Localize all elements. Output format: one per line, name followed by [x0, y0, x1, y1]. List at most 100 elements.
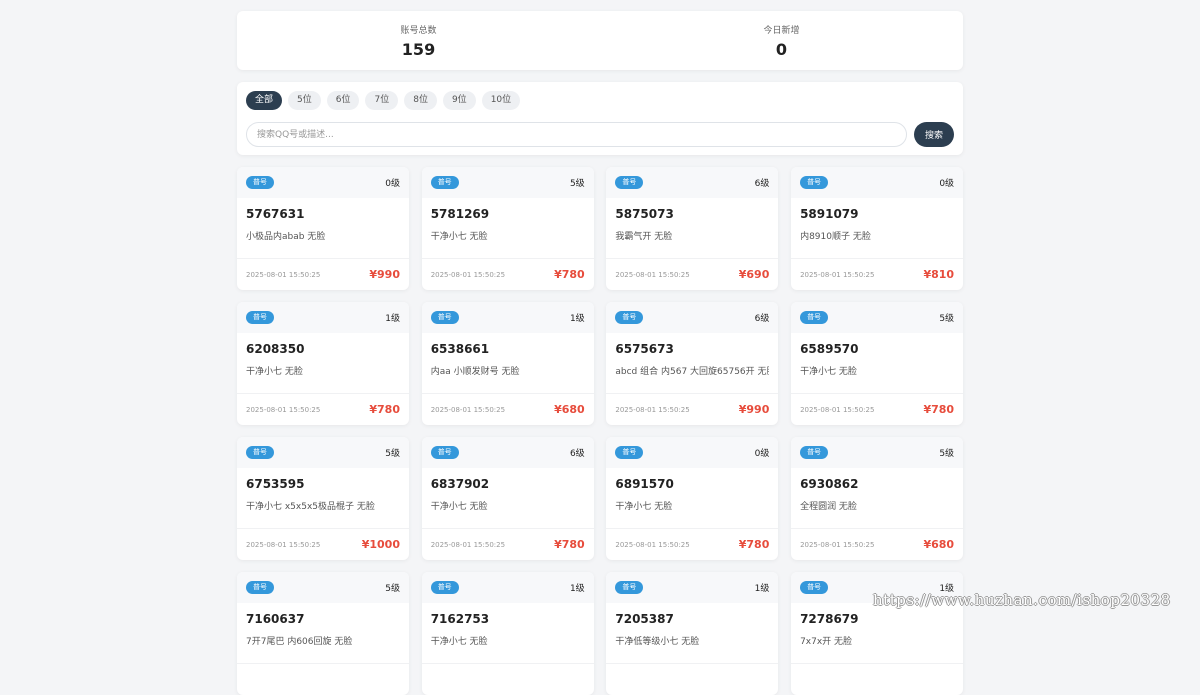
account-type-badge: 普号 [615, 581, 644, 594]
account-level: 6级 [754, 179, 770, 189]
card-footer: 2025-08-01 15:50:25 ¥680 [421, 393, 594, 425]
qq-number: 7205387 [615, 612, 674, 626]
account-card[interactable]: 普号 1级 6208350 干净小七 无脸 2025-08-01 15:50:2… [237, 302, 409, 425]
account-card[interactable]: 普号 5级 6589570 干净小七 无脸 2025-08-01 15:50:2… [791, 302, 964, 425]
account-description: 内8910顺子 无脸 [800, 232, 871, 242]
account-card[interactable]: 普号 6级 6575673 abcd 组合 内567 大回旋65756开 无脸 … [606, 302, 779, 425]
account-card[interactable]: 普号 0级 6891570 干净小七 无脸 2025-08-01 15:50:2… [606, 437, 779, 560]
account-card[interactable]: 普号 5级 5781269 干净小七 无脸 2025-08-01 15:50:2… [421, 167, 594, 290]
account-level: 5级 [569, 179, 585, 189]
search-input[interactable] [246, 122, 907, 147]
tab-6-digit[interactable]: 6位 [326, 91, 360, 110]
card-header: 普号 0级 [791, 167, 964, 198]
stat-today-value: 0 [775, 40, 788, 59]
account-level: 6级 [569, 449, 585, 459]
stat-total: 账号总数 159 [237, 11, 600, 70]
tab-10-digit[interactable]: 10位 [481, 91, 521, 110]
account-card[interactable]: 普号 1级 7205387 干净低等级小七 无脸 [606, 572, 779, 695]
card-header: 普号 1级 [237, 302, 409, 333]
card-body: 7162753 干净小七 无脸 [422, 603, 594, 663]
account-price: ¥780 [554, 268, 585, 281]
card-footer: 2025-08-01 15:50:25 ¥1000 [237, 528, 409, 560]
card-footer [791, 663, 964, 695]
card-footer: 2025-08-01 15:50:25 ¥780 [606, 528, 779, 560]
digit-filter-tabs: 全部 5位 6位 7位 8位 9位 10位 [246, 91, 954, 110]
account-card[interactable]: 普号 1级 7162753 干净小七 无脸 [421, 572, 594, 695]
card-header: 普号 5级 [237, 437, 409, 468]
qq-number: 6538661 [430, 342, 490, 356]
account-card[interactable]: 普号 5级 6753595 干净小七 x5x5x5极品棍子 无脸 2025-08… [237, 437, 409, 560]
account-card[interactable]: 普号 1级 6538661 内aa 小顺发财号 无脸 2025-08-01 15… [421, 302, 594, 425]
card-body: 6891570 干净小七 无脸 [606, 468, 778, 528]
account-price: ¥990 [369, 268, 400, 281]
account-level: 5级 [385, 449, 400, 459]
qq-number: 7160637 [246, 612, 305, 626]
watermark: https://www.huzhan.com/ishop20328 [873, 591, 1171, 609]
account-level: 0级 [939, 179, 955, 189]
account-card[interactable]: 普号 6级 6837902 干净小七 无脸 2025-08-01 15:50:2… [421, 437, 594, 560]
card-footer: 2025-08-01 15:50:25 ¥780 [421, 258, 594, 290]
stat-total-value: 159 [401, 40, 436, 59]
card-header: 普号 6级 [606, 302, 779, 333]
qq-number: 6891570 [615, 477, 674, 491]
card-header: 普号 6级 [606, 167, 779, 198]
account-type-badge: 普号 [800, 176, 829, 189]
tab-9-digit[interactable]: 9位 [442, 91, 476, 110]
qq-number: 5767631 [246, 207, 305, 221]
card-body: 6208350 干净小七 无脸 [237, 333, 409, 393]
account-type-badge: 普号 [430, 311, 459, 324]
account-price: ¥780 [369, 403, 400, 416]
card-footer: 2025-08-01 15:50:25 ¥990 [237, 258, 409, 290]
tab-8-digit[interactable]: 8位 [404, 91, 437, 110]
tab-all[interactable]: 全部 [246, 91, 283, 110]
card-body: 6538661 内aa 小顺发财号 无脸 [422, 333, 594, 393]
account-card[interactable]: 普号 0级 5767631 小极品内abab 无脸 2025-08-01 15:… [237, 167, 409, 290]
account-type-badge: 普号 [800, 446, 829, 459]
qq-number: 6930862 [800, 477, 859, 491]
account-type-badge: 普号 [430, 581, 459, 594]
listing-time: 2025-08-01 15:50:25 [615, 405, 690, 414]
listing-time: 2025-08-01 15:50:25 [430, 540, 506, 549]
account-card[interactable]: 普号 0级 5891079 内8910顺子 无脸 2025-08-01 15:5… [791, 167, 964, 290]
account-level: 5级 [939, 449, 955, 459]
account-level: 1级 [569, 314, 585, 324]
card-body: 5781269 干净小七 无脸 [422, 198, 594, 258]
card-header: 普号 1级 [606, 572, 779, 603]
account-card[interactable]: 普号 5级 7160637 7开7尾巴 内606回旋 无脸 [237, 572, 409, 695]
stat-total-label: 账号总数 [400, 26, 437, 36]
listing-time: 2025-08-01 15:50:25 [800, 270, 875, 279]
account-type-badge: 普号 [430, 176, 459, 189]
account-price: ¥1000 [361, 538, 400, 551]
card-body: 6753595 干净小七 x5x5x5极品棍子 无脸 [237, 468, 409, 528]
qq-number: 6837902 [430, 477, 490, 491]
qq-number: 6589570 [800, 342, 859, 356]
account-description: 全程圆润 无脸 [800, 502, 857, 512]
card-header: 普号 5级 [237, 572, 409, 603]
card-header: 普号 1级 [421, 302, 594, 333]
search-button[interactable]: 搜索 [914, 122, 954, 147]
listing-time: 2025-08-01 15:50:25 [246, 270, 321, 279]
card-body: 7278679 7x7x开 无脸 [791, 603, 963, 663]
qq-number: 5875073 [615, 207, 674, 221]
account-level: 1级 [569, 584, 585, 594]
listing-time: 2025-08-01 15:50:25 [615, 540, 690, 549]
account-price: ¥780 [738, 538, 770, 551]
card-footer: 2025-08-01 15:50:25 ¥990 [606, 393, 779, 425]
tab-7-digit[interactable]: 7位 [365, 91, 399, 110]
filter-panel: 全部 5位 6位 7位 8位 9位 10位 搜索 [237, 82, 963, 155]
account-level: 0级 [385, 179, 400, 189]
account-card[interactable]: 普号 5级 6930862 全程圆润 无脸 2025-08-01 15:50:2… [791, 437, 964, 560]
qq-number: 6208350 [246, 342, 305, 356]
listing-time: 2025-08-01 15:50:25 [800, 540, 875, 549]
account-card[interactable]: 普号 6级 5875073 我霸气开 无脸 2025-08-01 15:50:2… [606, 167, 779, 290]
qq-number: 6575673 [615, 342, 674, 356]
account-type-badge: 普号 [246, 581, 274, 594]
tab-5-digit[interactable]: 5位 [288, 91, 321, 110]
account-price: ¥690 [738, 268, 770, 281]
account-grid: 普号 0级 5767631 小极品内abab 无脸 2025-08-01 15:… [237, 167, 964, 695]
card-body: 7160637 7开7尾巴 内606回旋 无脸 [237, 603, 409, 663]
card-footer [237, 663, 409, 695]
account-price: ¥780 [554, 538, 585, 551]
account-description: 干净小七 无脸 [430, 232, 488, 242]
listing-time: 2025-08-01 15:50:25 [615, 270, 690, 279]
